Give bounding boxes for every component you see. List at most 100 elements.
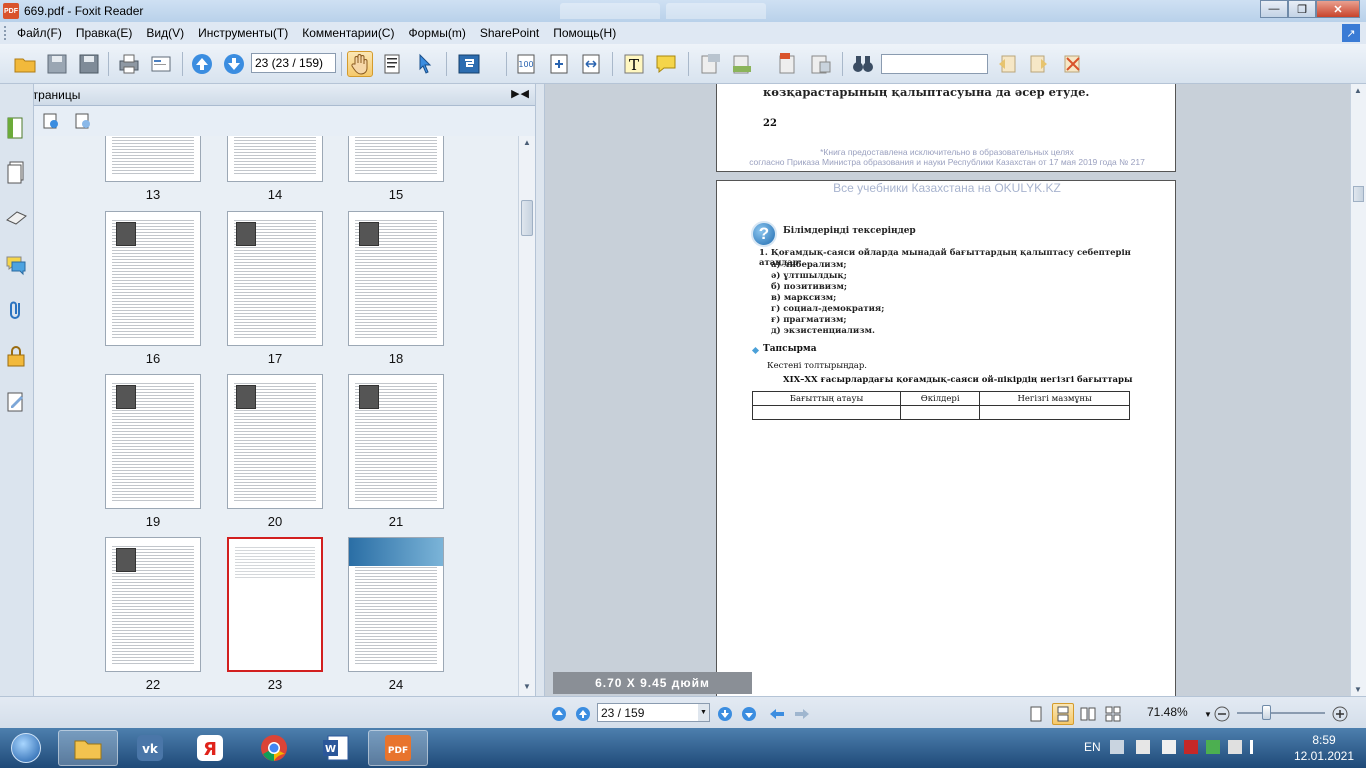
- minimize-button[interactable]: —: [1260, 0, 1288, 18]
- keyboard-icon[interactable]: [1110, 740, 1124, 754]
- menu-forms[interactable]: Формы(m): [401, 26, 472, 40]
- page-thumbnail[interactable]: [348, 136, 444, 182]
- go-forward-icon[interactable]: [794, 706, 810, 722]
- select-arrow-icon[interactable]: [412, 51, 438, 77]
- layers-icon[interactable]: [3, 204, 29, 232]
- continuous-view-icon[interactable]: [1052, 703, 1074, 725]
- battery-icon[interactable]: [1162, 740, 1176, 754]
- find-previous-icon[interactable]: [994, 51, 1020, 77]
- notification-icon[interactable]: [1136, 740, 1150, 754]
- bookmarks-icon[interactable]: [3, 114, 29, 142]
- find-binoculars-icon[interactable]: [850, 51, 876, 77]
- page-thumbnail[interactable]: [105, 211, 201, 346]
- pdf-scan-icon[interactable]: [729, 51, 755, 77]
- save-as-icon[interactable]: [76, 51, 102, 77]
- yandex-browser-taskbar-icon[interactable]: Я: [180, 730, 240, 766]
- foxit-taskbar-icon[interactable]: PDF: [368, 730, 428, 766]
- next-page-status-icon[interactable]: [717, 706, 733, 722]
- properties-icon[interactable]: [148, 51, 174, 77]
- chrome-taskbar-icon[interactable]: [244, 730, 304, 766]
- page-thumbnail[interactable]: [105, 374, 201, 509]
- page-thumbnail[interactable]: [227, 136, 323, 182]
- vk-taskbar-icon[interactable]: vk: [120, 730, 180, 766]
- print-icon[interactable]: [116, 51, 142, 77]
- open-folder-icon[interactable]: [12, 51, 38, 77]
- page-thumbnail[interactable]: [105, 537, 201, 672]
- zoom-in-icon[interactable]: [1332, 706, 1348, 722]
- page-thumbnail[interactable]: [227, 211, 323, 346]
- zoom-slider[interactable]: [1237, 712, 1325, 714]
- clock[interactable]: 8:59 12.01.2021: [1284, 732, 1364, 764]
- explorer-taskbar-icon[interactable]: [58, 730, 118, 766]
- page-number-field[interactable]: [251, 53, 336, 73]
- download-icon[interactable]: [1206, 740, 1220, 754]
- zoom-slider-knob[interactable]: [1262, 705, 1271, 720]
- menu-edit[interactable]: Правка(E): [69, 26, 140, 40]
- pdf-export-icon[interactable]: [775, 51, 801, 77]
- insert-page-icon[interactable]: [42, 112, 60, 133]
- document-view[interactable]: көзқарастарының қалыптасуына да әсер ету…: [545, 84, 1350, 696]
- close-button[interactable]: ✕: [1316, 0, 1360, 18]
- signature-icon[interactable]: [3, 388, 29, 416]
- rotate-icon[interactable]: [456, 51, 482, 77]
- maximize-button[interactable]: ❐: [1288, 0, 1316, 18]
- extract-page-icon[interactable]: [74, 112, 92, 133]
- page-dropdown-icon[interactable]: ▼: [698, 704, 709, 721]
- attachments-icon[interactable]: [3, 296, 29, 324]
- continuous-facing-view-icon[interactable]: [1105, 706, 1121, 722]
- zoom-out-icon[interactable]: [1214, 706, 1230, 722]
- fit-page-icon[interactable]: [546, 51, 572, 77]
- antivirus-icon[interactable]: [1184, 740, 1198, 754]
- search-options-icon[interactable]: [1060, 51, 1086, 77]
- panel-collapse-icon[interactable]: ▶ ◀: [511, 87, 529, 100]
- save-icon[interactable]: [44, 51, 70, 77]
- thumbnail-scrollbar[interactable]: ▲ ▼: [518, 136, 535, 696]
- page-thumbnail[interactable]: [348, 374, 444, 509]
- typewriter-icon[interactable]: T: [621, 51, 647, 77]
- pdf-merge-icon[interactable]: [807, 51, 833, 77]
- next-page-icon[interactable]: [221, 51, 247, 77]
- windows-logo-icon: [11, 733, 41, 763]
- comments-icon[interactable]: [3, 250, 29, 278]
- option-item: в) марксизм;: [771, 293, 837, 303]
- security-lock-icon[interactable]: [3, 342, 29, 370]
- go-back-icon[interactable]: [769, 706, 785, 722]
- status-page-field[interactable]: 23 / 159 ▼: [597, 703, 710, 722]
- document-scrollbar[interactable]: ▲ ▼: [1350, 84, 1366, 696]
- menu-file[interactable]: Файл(F): [10, 26, 69, 40]
- prev-page-status-icon[interactable]: [575, 706, 591, 722]
- zoom-level[interactable]: 71.48%: [1147, 705, 1188, 719]
- hand-tool-icon[interactable]: [347, 51, 373, 77]
- menu-tools[interactable]: Инструменты(T): [191, 26, 295, 40]
- menu-sharepoint[interactable]: SharePoint: [473, 26, 546, 40]
- find-next-icon[interactable]: [1026, 51, 1052, 77]
- page-thumbnail[interactable]: [105, 136, 201, 182]
- facing-view-icon[interactable]: [1080, 706, 1096, 722]
- menu-comments[interactable]: Комментарии(C): [295, 26, 401, 40]
- search-input[interactable]: [881, 54, 988, 74]
- page-thumbnail[interactable]: [348, 211, 444, 346]
- portrait-image: [116, 222, 136, 246]
- fit-width-icon[interactable]: [578, 51, 604, 77]
- language-indicator[interactable]: EN: [1084, 740, 1101, 754]
- restore-document-icon[interactable]: ↗: [1342, 24, 1360, 42]
- previous-page-icon[interactable]: [189, 51, 215, 77]
- network-signal-icon[interactable]: [1250, 740, 1264, 754]
- pdf-create-icon[interactable]: [697, 51, 723, 77]
- note-comment-icon[interactable]: [653, 51, 679, 77]
- last-page-icon[interactable]: [741, 706, 757, 722]
- panel-splitter[interactable]: [535, 84, 545, 696]
- first-page-icon[interactable]: [551, 706, 567, 722]
- actual-size-icon[interactable]: 100: [513, 51, 539, 77]
- start-button[interactable]: [4, 730, 48, 766]
- single-page-view-icon[interactable]: [1028, 706, 1044, 722]
- flag-icon[interactable]: [1228, 740, 1242, 754]
- menu-view[interactable]: Вид(V): [139, 26, 191, 40]
- page-thumbnail[interactable]: [348, 537, 444, 672]
- page-thumbnail[interactable]: [227, 537, 323, 672]
- menu-help[interactable]: Помощь(H): [546, 26, 623, 40]
- select-text-icon[interactable]: [380, 51, 406, 77]
- page-thumbnail[interactable]: [227, 374, 323, 509]
- pages-icon[interactable]: [3, 158, 29, 186]
- word-taskbar-icon[interactable]: W: [306, 730, 366, 766]
